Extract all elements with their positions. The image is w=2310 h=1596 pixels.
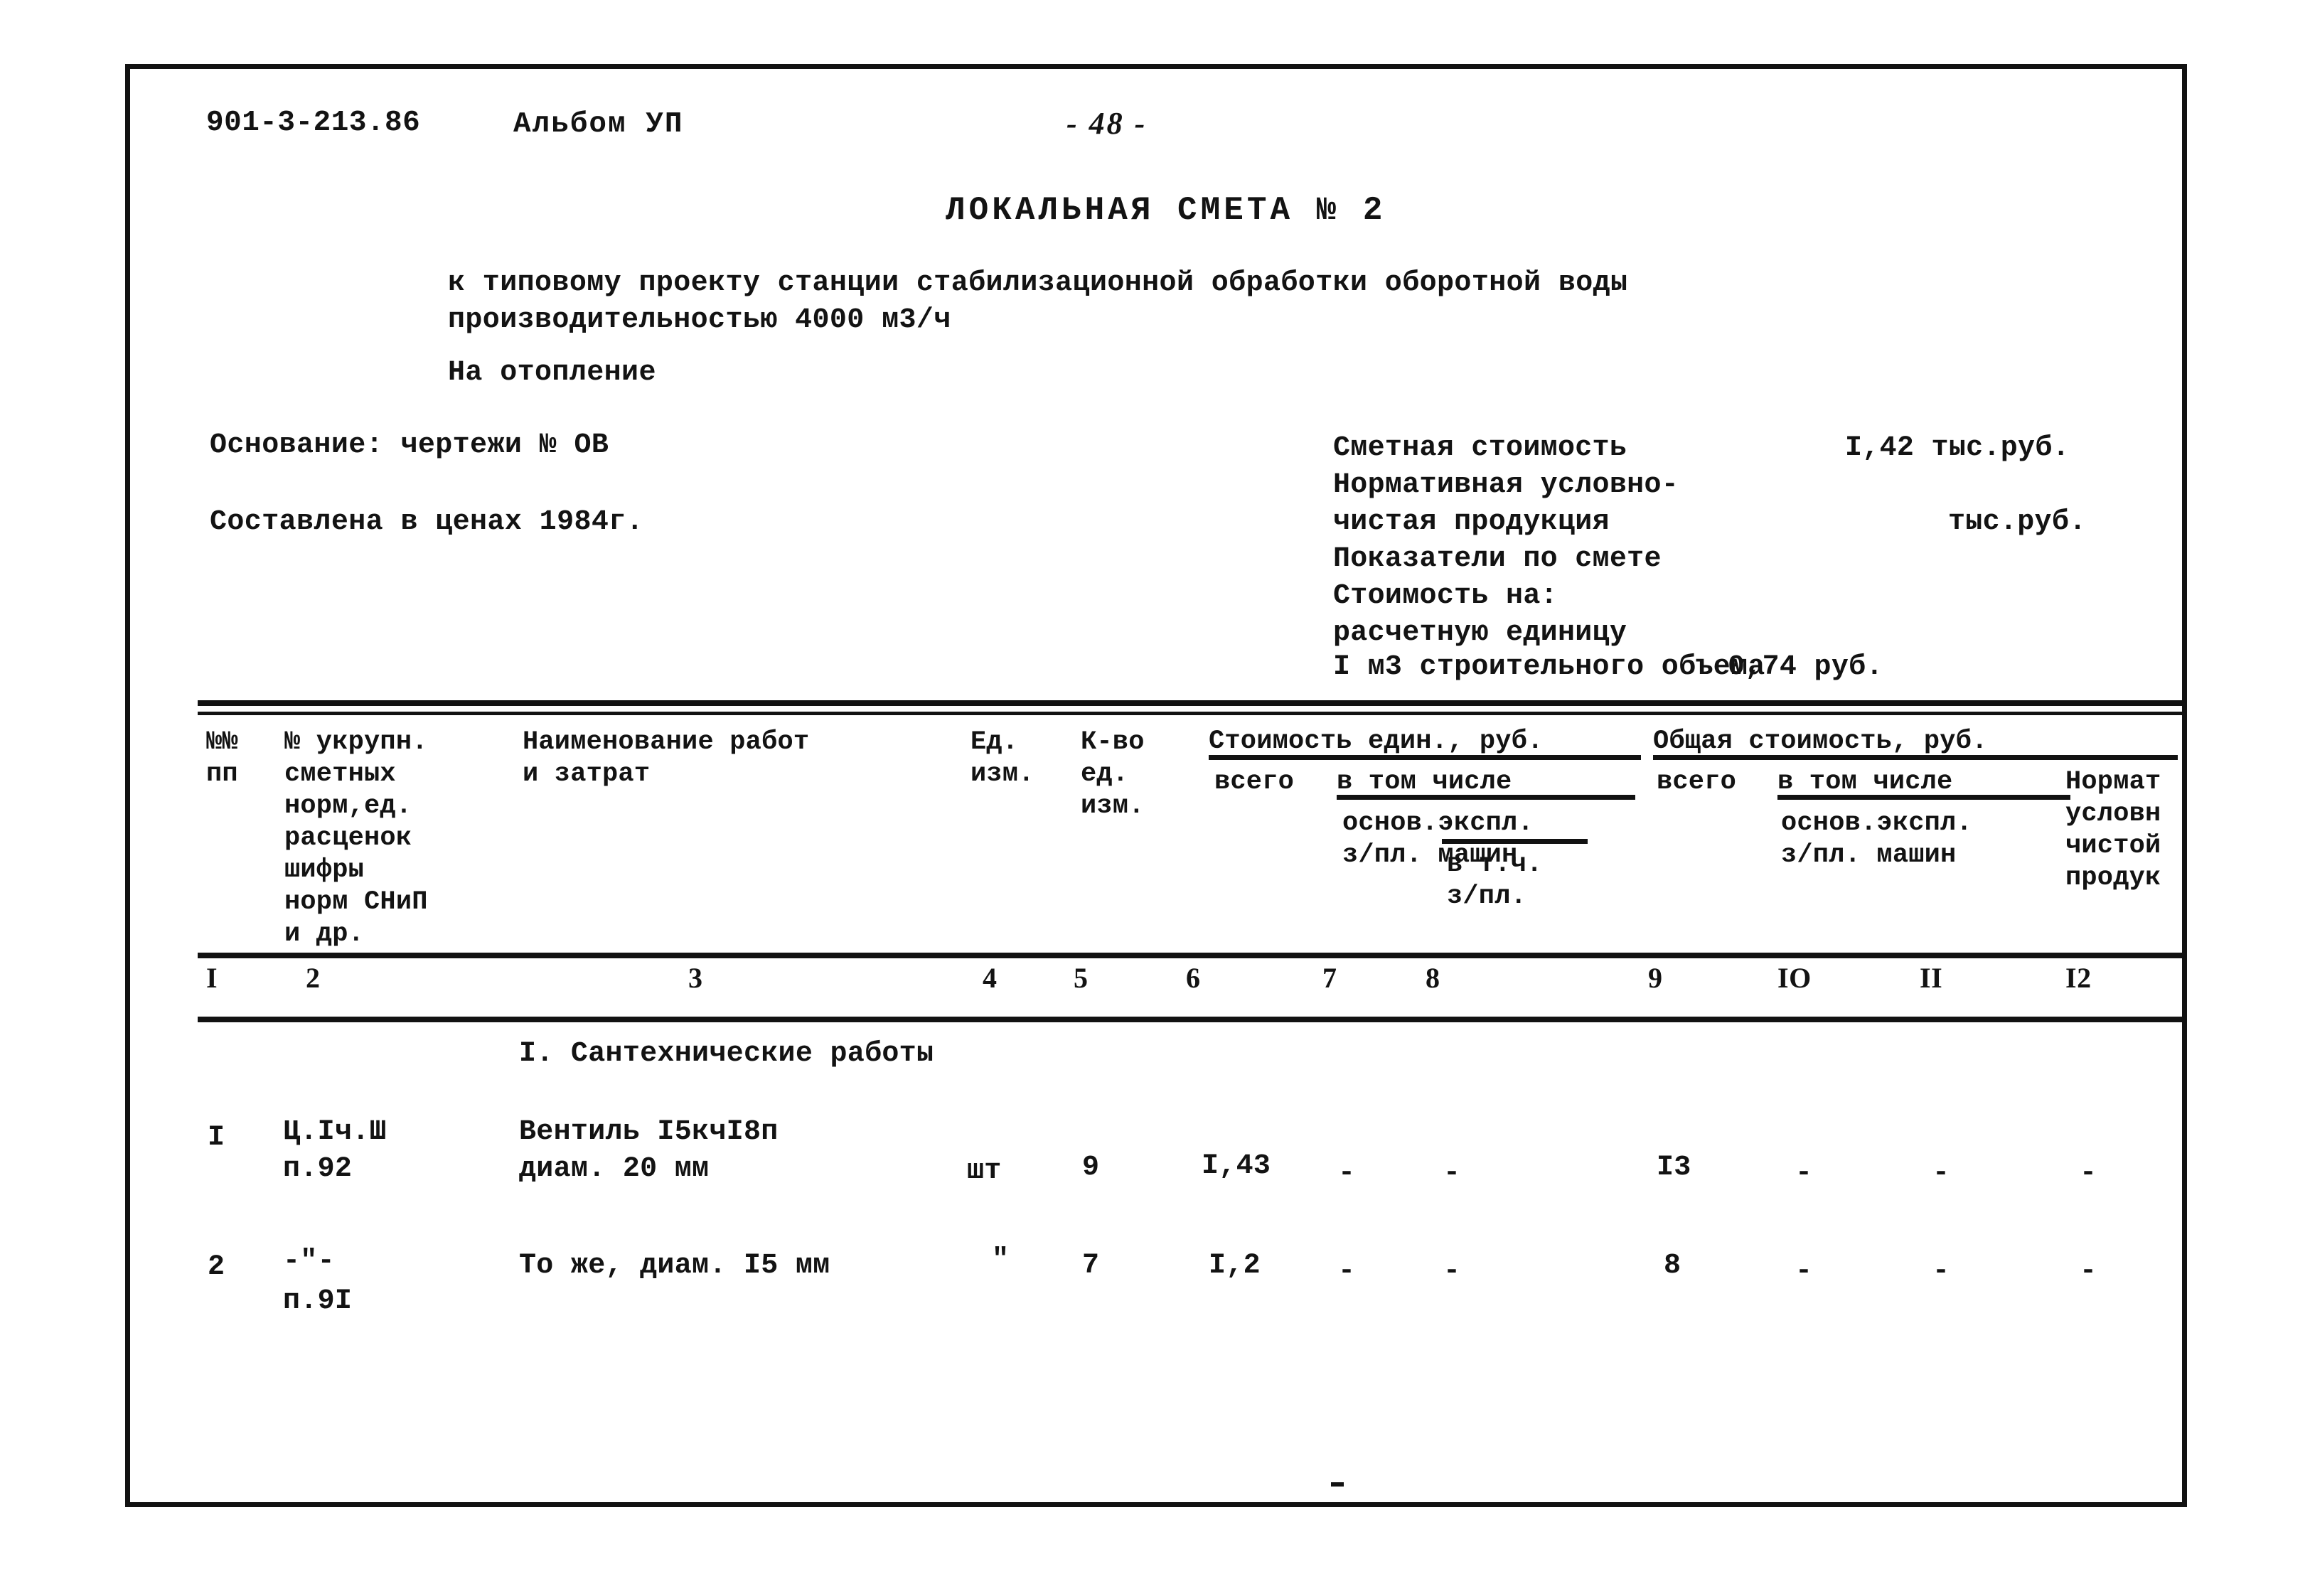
table-row: - xyxy=(1338,1157,1356,1189)
column-header-3: Наименование работ и затрат xyxy=(523,727,810,789)
subtitle-line-3: На отопление xyxy=(448,357,656,389)
table-right-rule xyxy=(2182,700,2187,1507)
column-number-2: 2 xyxy=(306,962,321,994)
table-row: п.92 xyxy=(283,1153,353,1185)
table-row: 7 xyxy=(1082,1250,1100,1282)
table-row: 9 xyxy=(1082,1152,1100,1184)
column-header-4: Ед. изм. xyxy=(970,727,1034,789)
column-number-4: 4 xyxy=(983,962,998,994)
table-row: - xyxy=(1338,1255,1356,1287)
column-header-12: Нормат условн чистой продук xyxy=(2065,767,2161,893)
column-number-3: 3 xyxy=(688,962,703,994)
column-number-1: I xyxy=(206,962,218,994)
column-number-11: II xyxy=(1920,962,1943,994)
summary-estimate-cost-label: Сметная стоимость xyxy=(1333,432,1627,464)
summary-estimate-cost-value: I,42 тыс.руб. xyxy=(1845,432,2070,464)
column-header-8-sub: в т.ч. з/пл. xyxy=(1447,850,1543,911)
table-row: п.9I xyxy=(283,1285,353,1317)
table-row: То же, диам. I5 мм xyxy=(519,1250,830,1282)
table-row: I3 xyxy=(1657,1152,1691,1184)
table-top-rule-outer xyxy=(198,700,2182,706)
table-row: 2 xyxy=(208,1251,225,1283)
column-header-7: в том числе xyxy=(1337,767,1512,797)
subtitle-line-1: к типовому проекту станции стабилизацион… xyxy=(448,267,1628,299)
column-number-6: 6 xyxy=(1186,962,1201,994)
document-code: 901-3-213.86 xyxy=(206,107,421,139)
machines-underline-unit xyxy=(1442,839,1588,844)
column-number-10: IO xyxy=(1777,962,1812,994)
summary-calc-unit-label: расчетную единицу xyxy=(1333,617,1627,649)
price-level-label: Составлена в ценах 1984г. xyxy=(210,506,644,538)
table-row: - xyxy=(1795,1157,1813,1189)
column-group-total-cost: Общая стоимость, руб. xyxy=(1653,727,1988,756)
column-header-6: всего xyxy=(1214,767,1295,797)
table-row: - xyxy=(2080,1255,2097,1287)
table-row: диам. 20 мм xyxy=(519,1153,710,1185)
table-row: " xyxy=(992,1244,1010,1276)
table-number-row-top-rule xyxy=(198,953,2182,958)
column-number-12: I2 xyxy=(2065,962,2092,994)
scan-artifact-mark xyxy=(1331,1482,1344,1487)
column-header-1: №№ пп xyxy=(206,727,238,789)
table-row: I,2 xyxy=(1209,1250,1261,1282)
table-row: Вентиль I5кчI8п xyxy=(519,1116,779,1148)
table-row: I,43 xyxy=(1202,1150,1271,1182)
column-header-10: в том числе xyxy=(1777,767,1953,797)
table-row: I xyxy=(208,1122,225,1154)
summary-indicators-label: Показатели по смете xyxy=(1333,543,1662,575)
table-row: - xyxy=(1443,1255,1461,1287)
summary-net-output-label-2: чистая продукция xyxy=(1333,506,1610,538)
subtitle-line-2: производительностью 4000 м3/ч xyxy=(448,304,951,336)
total-cost-underline xyxy=(1653,755,2178,760)
table-row: - xyxy=(1932,1255,1950,1287)
table-row: - xyxy=(1795,1255,1813,1287)
column-header-5: К-во ед. изм. xyxy=(1081,727,1145,821)
table-row: -"- xyxy=(283,1246,335,1278)
table-row: - xyxy=(2080,1157,2097,1189)
column-header-10-sub: основ.экспл. з/пл. машин xyxy=(1781,808,1972,870)
column-number-9: 9 xyxy=(1648,962,1663,994)
section-title: I. Сантехнические работы xyxy=(519,1038,934,1070)
summary-cost-per-label: Стоимость на: xyxy=(1333,580,1558,612)
column-number-7: 7 xyxy=(1322,962,1337,994)
table-row: Ц.Iч.Ш xyxy=(283,1116,387,1148)
table-row: 8 xyxy=(1664,1250,1681,1282)
column-number-8: 8 xyxy=(1426,962,1440,994)
basis-label: Основание: чертежи № ОВ xyxy=(210,429,609,461)
table-row: - xyxy=(1932,1157,1950,1189)
table-number-row-bottom-rule xyxy=(198,1017,2182,1022)
in-which-underline-unit xyxy=(1337,795,1635,800)
table-row: - xyxy=(1443,1157,1461,1189)
column-header-9: всего xyxy=(1657,767,1737,797)
column-number-5: 5 xyxy=(1074,962,1089,994)
summary-net-output-label-1: Нормативная условно- xyxy=(1333,469,1679,501)
summary-per-cubic-meter-label: I м3 строительного объема xyxy=(1333,651,1765,683)
column-group-unit-cost: Стоимость един., руб. xyxy=(1209,727,1544,756)
unit-cost-underline xyxy=(1209,755,1641,760)
album-label: Альбом УП xyxy=(513,108,684,141)
summary-net-output-units: тыс.руб. xyxy=(1948,506,2087,538)
table-top-rule-inner xyxy=(198,712,2182,715)
table-row: шт xyxy=(967,1155,1002,1187)
column-header-2: № укрупн. сметных норм,ед. расценок шифр… xyxy=(284,727,428,949)
in-which-underline-total xyxy=(1777,795,2070,800)
page-number: - 48 - xyxy=(1066,106,1148,141)
page-title: ЛОКАЛЬНАЯ СМЕТА № 2 xyxy=(946,192,1386,229)
summary-per-cubic-meter-value: 0,74 руб. xyxy=(1728,651,1883,683)
